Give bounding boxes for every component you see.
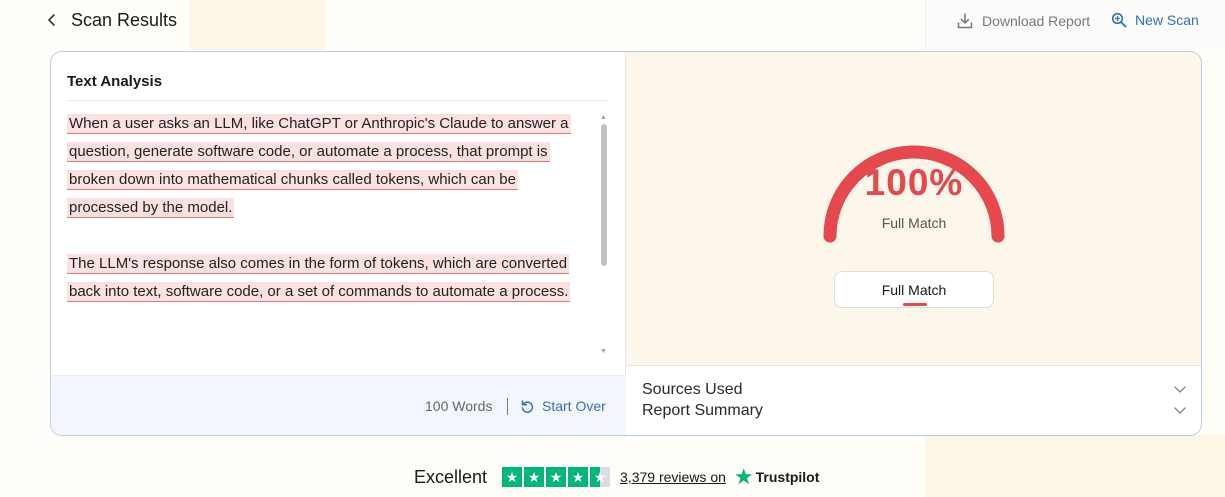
- new-scan-button[interactable]: New Scan: [1111, 12, 1199, 28]
- search-scan-icon: [1111, 12, 1127, 28]
- scan-results-card: Text Analysis When a user asks an LLM, l…: [50, 51, 1202, 436]
- chevron-down-icon: [1174, 407, 1186, 414]
- results-panel: 100% Full Match Full Match Sources Used …: [626, 52, 1201, 435]
- half-star-icon: ★: [590, 467, 611, 487]
- full-match-tab[interactable]: Full Match: [834, 271, 994, 308]
- page-title: Scan Results: [71, 10, 178, 30]
- trustpilot-rating: Excellent ★ ★ ★ ★ ★ 3,379 reviews on ★ T…: [414, 465, 819, 489]
- divider: [507, 398, 508, 415]
- divider: [67, 100, 608, 101]
- scroll-up-arrow-icon[interactable]: ▲: [600, 114, 607, 121]
- star-rating: ★ ★ ★ ★ ★: [502, 467, 611, 487]
- match-caption: Full Match: [881, 215, 947, 231]
- scroll-thumb[interactable]: [601, 124, 607, 266]
- full-match-label: Full Match: [881, 282, 947, 298]
- text-paragraph: When a user asks an LLM, like ChatGPT or…: [67, 110, 587, 222]
- matched-text-highlight[interactable]: The LLM's response also comes in the for…: [67, 254, 571, 302]
- word-count: 100 Words: [425, 398, 493, 414]
- back-button[interactable]: [46, 11, 62, 31]
- text-analysis-title: Text Analysis: [67, 73, 163, 90]
- download-icon: [957, 13, 973, 29]
- star-icon: ★: [502, 467, 523, 487]
- undo-icon: [521, 399, 534, 413]
- rating-word: Excellent: [414, 466, 488, 487]
- report-summary-label: Report Summary: [642, 402, 763, 419]
- chevron-left-icon: [48, 14, 55, 26]
- star-icon: ★: [524, 467, 545, 487]
- match-percentage: 100%: [864, 162, 964, 203]
- star-icon: ★: [546, 467, 567, 487]
- report-summary-accordion[interactable]: Report Summary: [642, 402, 1187, 422]
- match-gauge: 100% Full Match: [822, 122, 1006, 252]
- trustpilot-star-icon: ★: [733, 464, 754, 489]
- new-scan-label: New Scan: [1135, 12, 1199, 28]
- matched-text-highlight[interactable]: When a user asks an LLM, like ChatGPT or…: [67, 114, 571, 218]
- text-analysis-panel: Text Analysis When a user asks an LLM, l…: [51, 52, 626, 435]
- analyzed-text: When a user asks an LLM, like ChatGPT or…: [67, 110, 587, 334]
- trustpilot-brand: Trustpilot: [755, 469, 820, 485]
- active-tab-indicator: [903, 303, 927, 306]
- scroll-down-arrow-icon[interactable]: ▼: [600, 348, 607, 355]
- text-analysis-footer: 100 Words Start Over: [51, 375, 626, 435]
- download-report-label: Download Report: [982, 13, 1091, 29]
- sources-used-label: Sources Used: [642, 381, 743, 398]
- background-decoration: [925, 435, 1225, 497]
- star-icon: ★: [568, 467, 589, 487]
- start-over-label: Start Over: [542, 398, 606, 414]
- text-scrollbar[interactable]: ▲ ▼: [600, 114, 608, 359]
- download-report-button[interactable]: Download Report: [956, 12, 1090, 30]
- start-over-button[interactable]: Start Over: [520, 398, 606, 414]
- page-header: Scan Results Download Report New Scan: [0, 0, 1225, 44]
- trustpilot-logo[interactable]: ★ Trustpilot: [733, 464, 820, 489]
- match-gauge-area: 100% Full Match Full Match: [626, 52, 1201, 366]
- sources-used-accordion[interactable]: Sources Used: [642, 381, 1187, 401]
- text-paragraph: The LLM's response also comes in the for…: [67, 250, 587, 306]
- reviews-link[interactable]: 3,379 reviews on: [620, 469, 726, 485]
- chevron-down-icon: [1174, 386, 1186, 393]
